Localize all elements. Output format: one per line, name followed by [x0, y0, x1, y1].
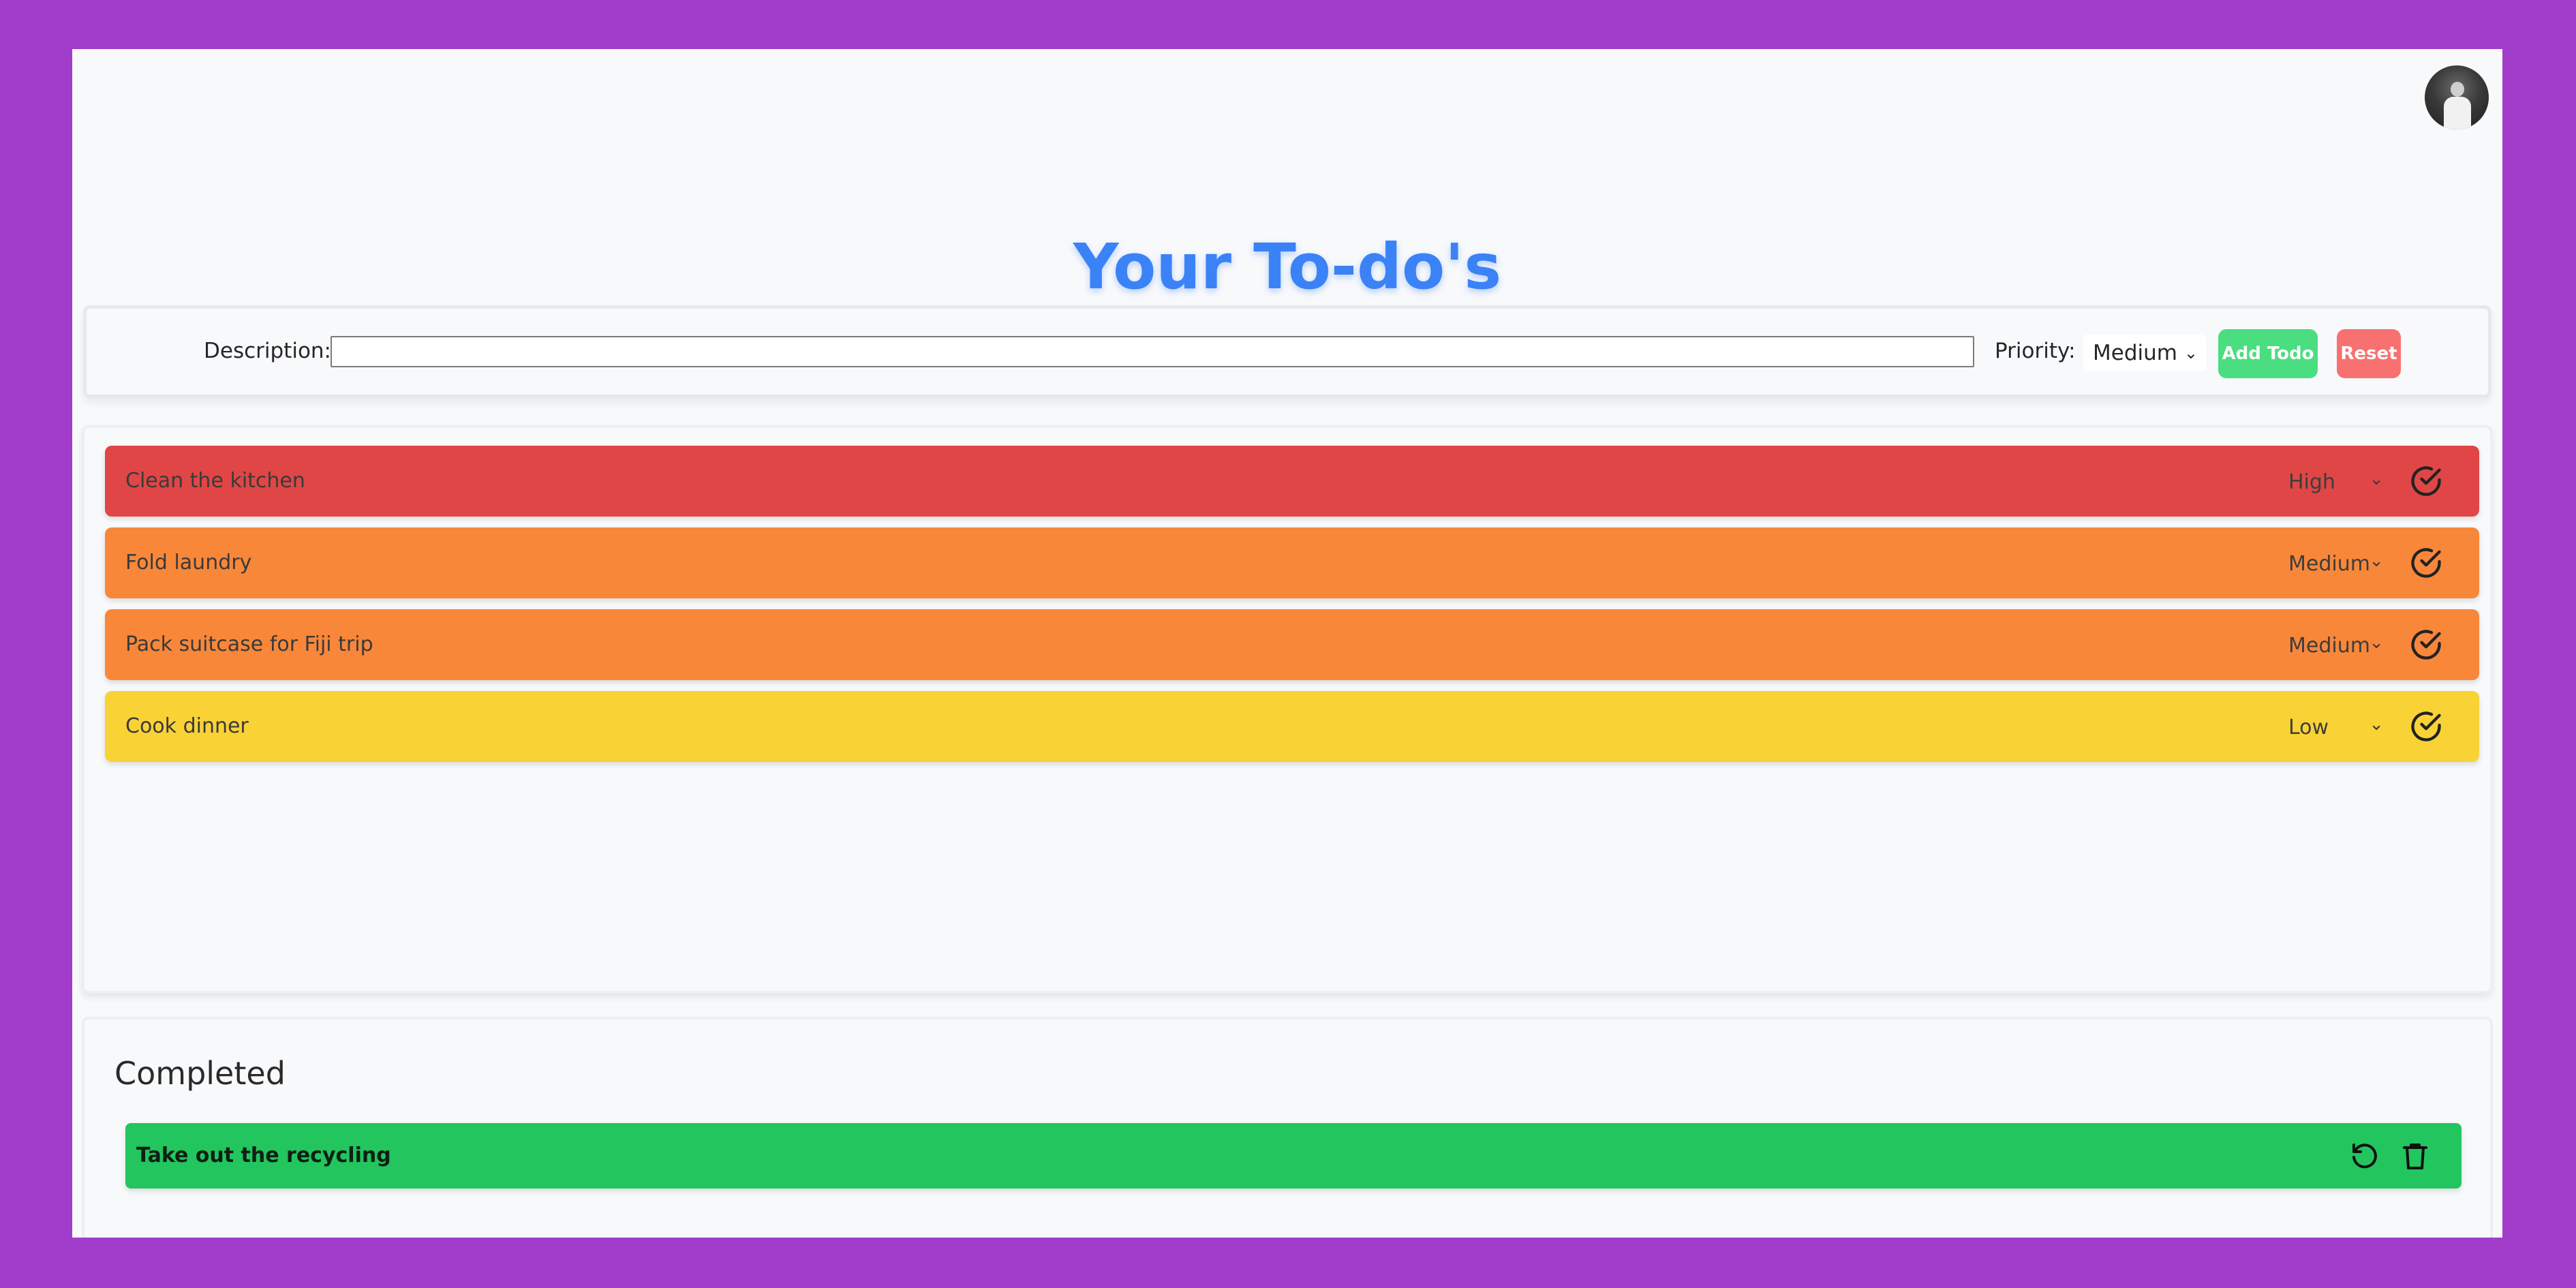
todo-text: Fold laundry [125, 551, 252, 574]
completed-section: Completed Take out the recycling [82, 1017, 2493, 1238]
add-todo-form: Description: Priority: Medium ⌄ Add Todo… [83, 305, 2491, 398]
todo-text: Clean the kitchen [125, 469, 305, 493]
todo-item: Fold laundry Medium ⌄ [105, 527, 2479, 598]
avatar-torso [2444, 97, 2471, 129]
todo-item: Clean the kitchen High ⌄ [105, 446, 2479, 517]
avatar-head [2451, 82, 2464, 97]
chevron-down-icon: ⌄ [2183, 343, 2198, 363]
priority-label: Priority: [1995, 339, 2076, 363]
todo-priority-select[interactable]: Medium ⌄ [2288, 632, 2384, 658]
todo-item: Pack suitcase for Fiji trip Medium ⌄ [105, 609, 2479, 680]
todo-list: Clean the kitchen High ⌄ Fold laundry Me… [82, 425, 2493, 994]
todo-text: Cook dinner [125, 714, 249, 738]
chevron-down-icon: ⌄ [2369, 714, 2384, 735]
chevron-down-icon: ⌄ [2369, 632, 2384, 653]
add-todo-button[interactable]: Add Todo [2218, 329, 2318, 378]
check-circle-icon[interactable] [2408, 627, 2444, 662]
todo-priority-value: Medium [2288, 634, 2370, 658]
completed-item-text: Take out the recycling [136, 1144, 391, 1167]
check-circle-icon[interactable] [2408, 545, 2444, 581]
priority-select-value: Medium [2093, 341, 2177, 365]
page-title: Your To-do's [1073, 230, 1502, 303]
undo-icon[interactable] [2348, 1139, 2381, 1172]
check-circle-icon[interactable] [2408, 463, 2444, 499]
todo-priority-value: High [2288, 470, 2335, 494]
completed-item: Take out the recycling [125, 1123, 2462, 1189]
completed-title: Completed [114, 1055, 286, 1092]
description-input[interactable] [331, 336, 1974, 367]
todo-priority-select[interactable]: High ⌄ [2288, 469, 2384, 494]
chevron-down-icon: ⌄ [2369, 469, 2384, 489]
app-window: Your To-do's Description: Priority: Medi… [72, 49, 2502, 1238]
description-label: Description: [204, 339, 331, 363]
check-circle-icon[interactable] [2408, 709, 2444, 744]
todo-priority-value: Medium [2288, 552, 2370, 576]
todo-item: Cook dinner Low ⌄ [105, 691, 2479, 762]
todo-text: Pack suitcase for Fiji trip [125, 632, 373, 656]
avatar[interactable] [2425, 65, 2489, 129]
trash-icon[interactable] [2399, 1139, 2432, 1172]
priority-select[interactable]: Medium ⌄ [2083, 335, 2206, 371]
todo-priority-select[interactable]: Medium ⌄ [2288, 551, 2384, 576]
todo-priority-select[interactable]: Low ⌄ [2288, 714, 2384, 739]
todo-priority-value: Low [2288, 716, 2329, 739]
chevron-down-icon: ⌄ [2369, 551, 2384, 571]
reset-button[interactable]: Reset [2337, 329, 2401, 378]
